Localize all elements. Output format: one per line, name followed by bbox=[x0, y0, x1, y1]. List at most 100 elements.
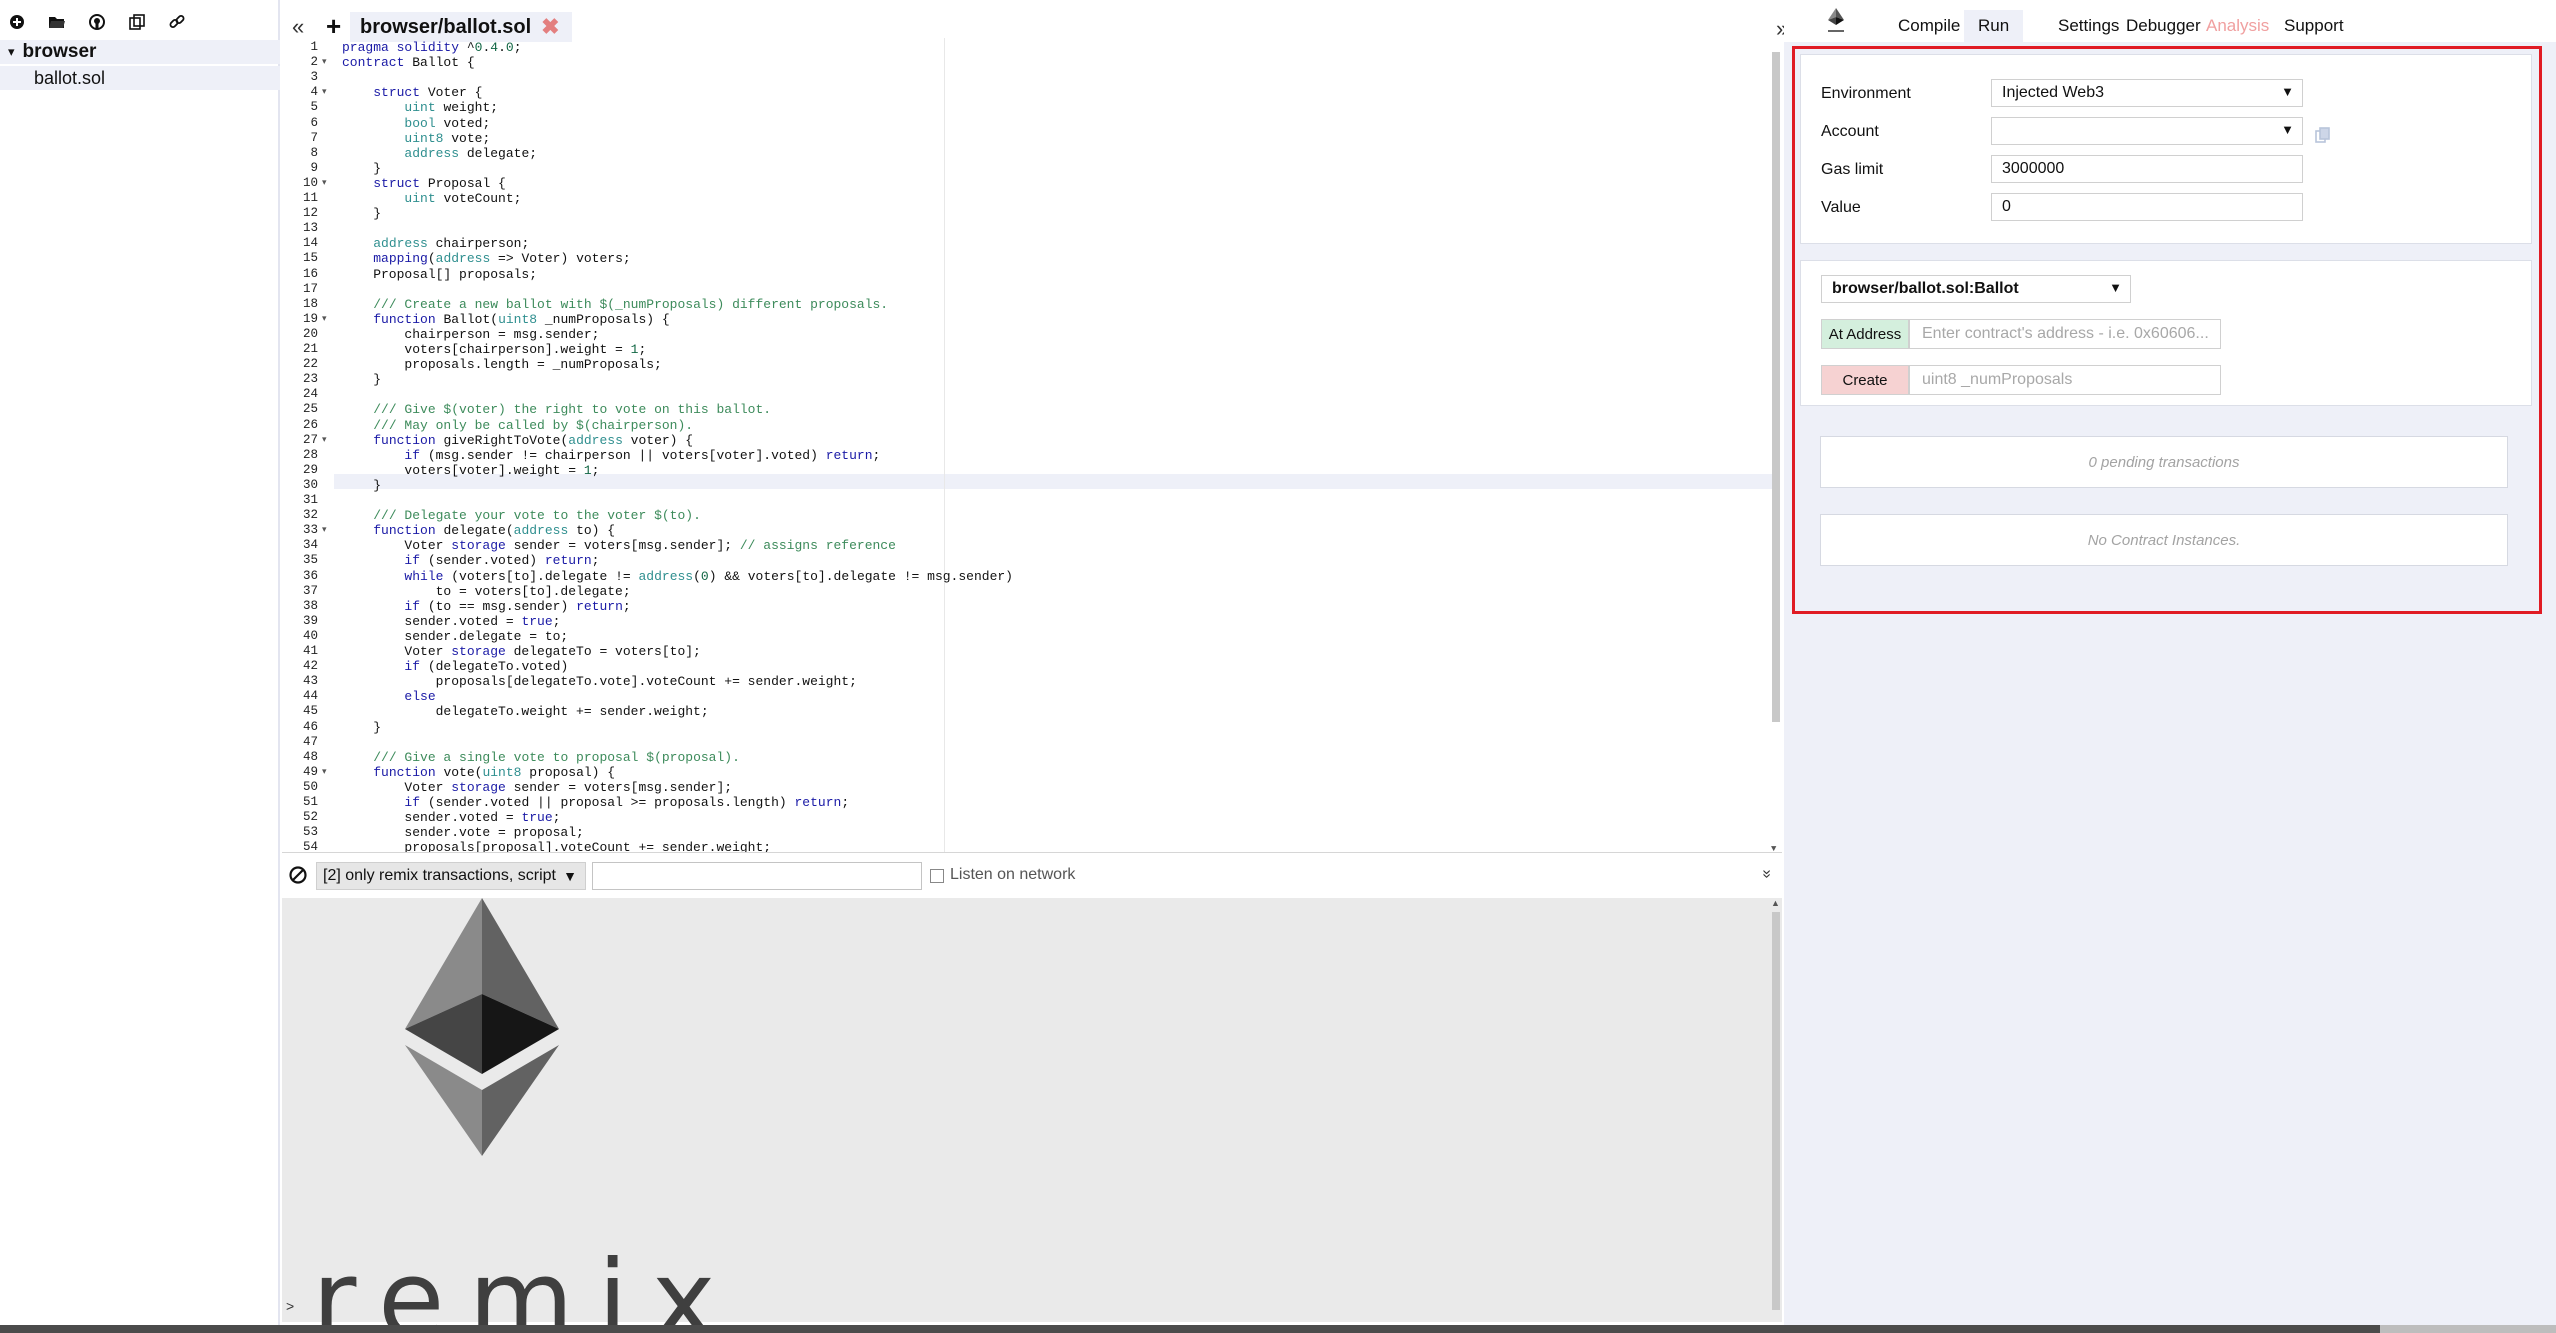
editor-scrollbar[interactable]: ▼ bbox=[1770, 44, 1782, 852]
line-number: 37 bbox=[302, 583, 318, 598]
listen-network-checkbox[interactable] bbox=[930, 869, 944, 883]
tab-compile[interactable]: Compile bbox=[1884, 10, 1974, 42]
scroll-up-icon[interactable]: ▲ bbox=[1771, 898, 1780, 908]
filter-value: [2] only remix transactions, script bbox=[323, 867, 556, 884]
line-number: 51 bbox=[302, 795, 318, 809]
code-line[interactable]: Proposal[] proposals; bbox=[342, 267, 537, 282]
code-line[interactable]: Voter storage sender = voters[msg.sender… bbox=[342, 780, 732, 795]
file-label: ballot.sol bbox=[34, 67, 106, 88]
code-line[interactable]: sender.voted = true; bbox=[342, 614, 560, 629]
code-line[interactable]: if (to == msg.sender) return; bbox=[342, 599, 630, 614]
code-line[interactable]: if (sender.voted) return; bbox=[342, 553, 599, 568]
line-number: 29 bbox=[302, 462, 318, 477]
code-line[interactable]: uint voteCount; bbox=[342, 191, 521, 206]
fold-toggle-icon[interactable]: ▾ bbox=[322, 523, 327, 538]
code-line[interactable]: if (delegateTo.voted) bbox=[342, 659, 568, 674]
code-line[interactable]: /// Create a new ballot with $(_numPropo… bbox=[342, 297, 888, 312]
right-tab-bar: Compile Run Settings Debugger Analysis S… bbox=[1784, 0, 2556, 42]
copy-files-icon[interactable] bbox=[128, 13, 146, 31]
code-line[interactable]: contract Ballot { bbox=[342, 55, 475, 70]
code-line[interactable]: function giveRightToVote(address voter) … bbox=[342, 433, 693, 448]
code-line[interactable]: address chairperson; bbox=[342, 236, 529, 251]
code-line[interactable]: /// Give a single vote to proposal $(pro… bbox=[342, 750, 740, 765]
code-line[interactable]: struct Proposal { bbox=[342, 176, 506, 191]
tree-file-ballot[interactable]: ballot.sol bbox=[0, 66, 280, 90]
code-line[interactable]: function delegate(address to) { bbox=[342, 523, 615, 538]
line-number: 30 bbox=[302, 477, 318, 492]
close-icon[interactable]: ✖ bbox=[541, 14, 559, 40]
code-line[interactable]: if (sender.voted || proposal >= proposal… bbox=[342, 795, 849, 810]
fold-toggle-icon[interactable]: ▾ bbox=[322, 433, 327, 448]
highlight-annotation bbox=[1792, 46, 2542, 614]
tab-run[interactable]: Run bbox=[1964, 10, 2024, 42]
code-line[interactable]: if (msg.sender != chairperson || voters[… bbox=[342, 448, 880, 463]
link-icon[interactable] bbox=[168, 13, 186, 31]
caret-down-icon[interactable]: ▾ bbox=[8, 44, 15, 60]
line-number: 32 bbox=[302, 508, 318, 523]
transaction-filter-select[interactable]: [2] only remix transactions, script ▼ bbox=[316, 862, 586, 890]
terminal-scroll-thumb[interactable] bbox=[1772, 912, 1780, 1310]
fold-toggle-icon[interactable]: ▾ bbox=[322, 176, 327, 191]
fold-toggle-icon[interactable]: ▾ bbox=[322, 85, 327, 100]
line-number: 25 bbox=[302, 402, 318, 417]
folder-open-icon[interactable] bbox=[48, 13, 66, 31]
tree-folder-browser[interactable]: ▾ browser bbox=[0, 40, 280, 64]
code-line[interactable]: uint weight; bbox=[342, 100, 498, 115]
scroll-down-icon[interactable]: ▼ bbox=[1771, 844, 1776, 852]
line-number: 11 bbox=[302, 191, 318, 205]
code-line[interactable]: delegateTo.weight += sender.weight; bbox=[342, 704, 709, 719]
terminal-scrollbar[interactable]: ▲ bbox=[1770, 898, 1782, 1322]
code-line[interactable]: proposals[proposal].voteCount += sender.… bbox=[342, 840, 771, 852]
code-line[interactable]: } bbox=[342, 161, 381, 176]
code-line[interactable]: sender.vote = proposal; bbox=[342, 825, 583, 840]
code-line[interactable]: bool voted; bbox=[342, 116, 490, 131]
code-line[interactable]: } bbox=[342, 478, 381, 493]
code-line[interactable]: proposals.length = _numProposals; bbox=[342, 357, 661, 372]
code-line[interactable]: address delegate; bbox=[342, 146, 537, 161]
code-line[interactable]: sender.voted = true; bbox=[342, 810, 560, 825]
code-line[interactable]: pragma solidity ^0.4.0; bbox=[342, 40, 522, 55]
code-line[interactable]: mapping(address => Voter) voters; bbox=[342, 251, 630, 266]
code-line[interactable]: while (voters[to].delegate != address(0)… bbox=[342, 569, 1013, 584]
clear-console-icon[interactable] bbox=[288, 865, 308, 885]
code-line[interactable]: Voter storage sender = voters[msg.sender… bbox=[342, 538, 896, 553]
github-icon[interactable] bbox=[88, 13, 106, 31]
code-line[interactable]: else bbox=[342, 689, 435, 704]
line-number: 15 bbox=[302, 251, 318, 266]
fold-toggle-icon[interactable]: ▾ bbox=[322, 55, 327, 70]
tab-support[interactable]: Support bbox=[2270, 10, 2358, 42]
code-line[interactable]: voters[chairperson].weight = 1; bbox=[342, 342, 646, 357]
code-line[interactable]: sender.delegate = to; bbox=[342, 629, 568, 644]
code-line[interactable]: /// Delegate your vote to the voter $(to… bbox=[342, 508, 701, 523]
line-number: 26 bbox=[302, 417, 318, 432]
code-line[interactable]: uint8 vote; bbox=[342, 131, 490, 146]
code-editor[interactable]: 1 2 ▾ 3 4 ▾ 5 6 7 8 9 10 ▾ 11 12 13 14 15 16 17 18 19 ▾ 20 21 22 2… bbox=[282, 38, 1782, 852]
terminal-search-input[interactable] bbox=[592, 862, 922, 890]
code-line[interactable]: struct Voter { bbox=[342, 85, 482, 100]
line-number: 54 bbox=[302, 840, 318, 852]
plus-circle-icon[interactable] bbox=[8, 13, 26, 31]
code-line[interactable]: voters[voter].weight = 1; bbox=[342, 463, 599, 478]
collapse-left-icon[interactable]: « bbox=[292, 14, 304, 40]
code-line[interactable]: function vote(uint8 proposal) { bbox=[342, 765, 615, 780]
code-line[interactable]: } bbox=[342, 206, 381, 221]
line-number: 34 bbox=[302, 538, 318, 553]
code-line[interactable]: } bbox=[342, 372, 381, 387]
terminal-prompt[interactable]: > bbox=[286, 1298, 294, 1314]
code-line[interactable]: proposals[delegateTo.vote].voteCount += … bbox=[342, 674, 857, 689]
line-number: 3 bbox=[310, 70, 318, 85]
code-line[interactable]: /// May only be called by $(chairperson)… bbox=[342, 418, 693, 433]
code-line[interactable]: to = voters[to].delegate; bbox=[342, 584, 631, 599]
terminal-collapse-icon[interactable]: » bbox=[1757, 870, 1775, 879]
editor-scroll-thumb[interactable] bbox=[1772, 52, 1780, 722]
line-number: 53 bbox=[302, 825, 318, 840]
terminal-output[interactable]: remix > ▲ bbox=[282, 898, 1782, 1333]
code-line[interactable]: chairperson = msg.sender; bbox=[342, 327, 599, 342]
fold-toggle-icon[interactable]: ▾ bbox=[322, 312, 327, 327]
code-line[interactable]: } bbox=[342, 720, 381, 735]
code-line[interactable]: Voter storage delegateTo = voters[to]; bbox=[342, 644, 700, 659]
code-line[interactable]: /// Give $(voter) the right to vote on t… bbox=[342, 402, 771, 417]
fold-toggle-icon[interactable]: ▾ bbox=[322, 765, 327, 780]
ethereum-logo bbox=[405, 898, 559, 1156]
code-line[interactable]: function Ballot(uint8 _numProposals) { bbox=[342, 312, 669, 327]
